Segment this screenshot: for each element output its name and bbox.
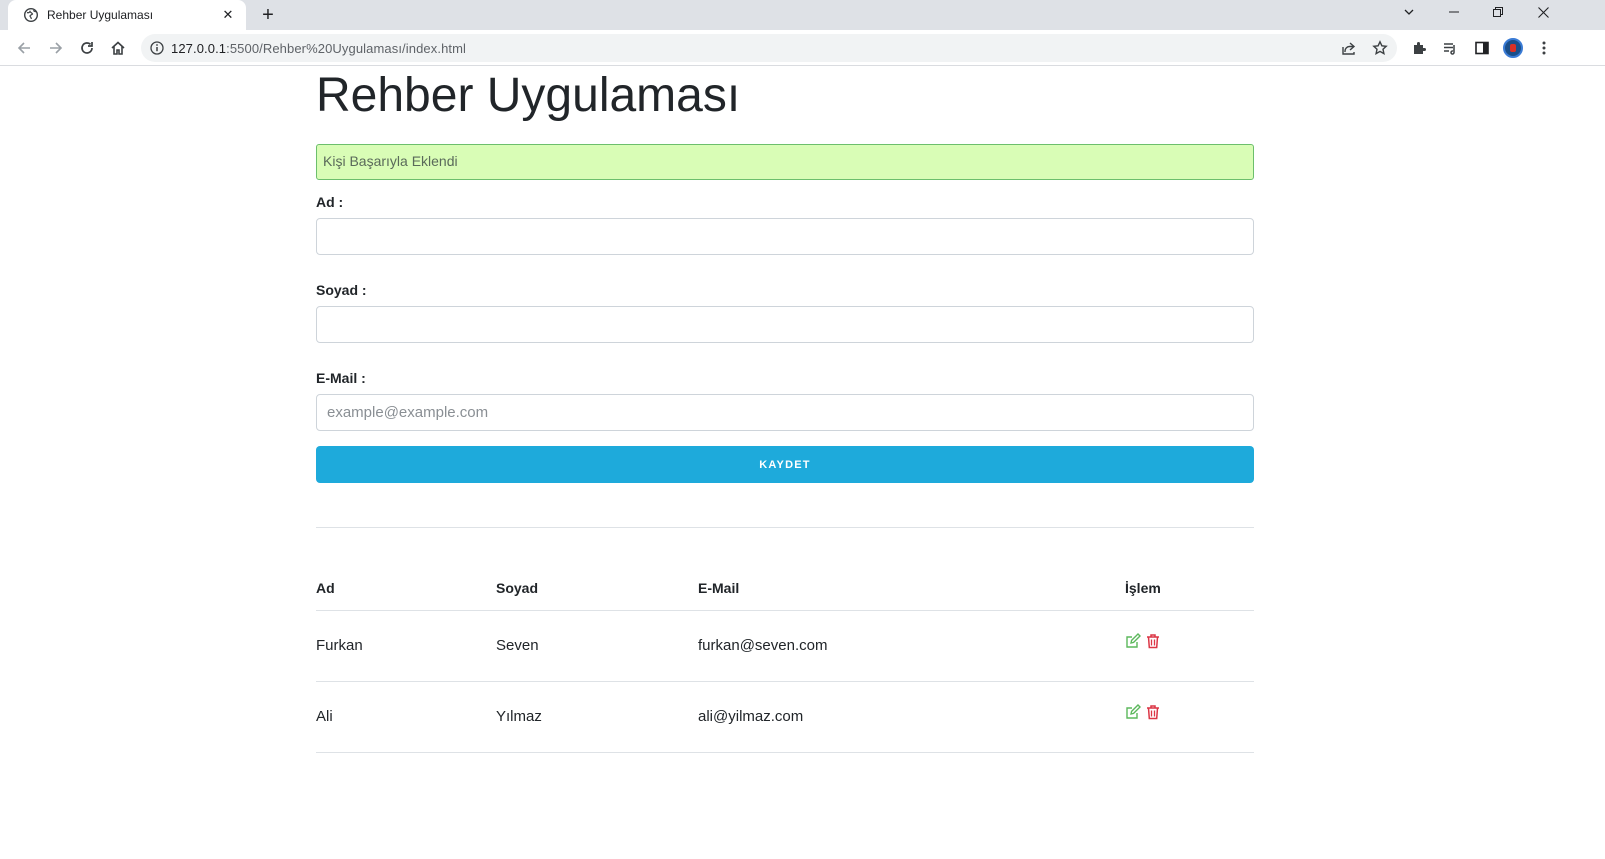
url-path: :5500/Rehber%20Uygulaması/index.html	[226, 40, 467, 56]
browser-tab-strip: Rehber Uygulaması ✕ +	[0, 0, 1605, 30]
header-ad: Ad	[316, 566, 496, 611]
url-text: 127.0.0.1:5500/Rehber%20Uygulaması/index…	[171, 41, 466, 56]
reading-list-icon[interactable]	[1436, 34, 1464, 62]
info-icon[interactable]	[143, 34, 171, 62]
forward-button[interactable]	[42, 34, 70, 62]
page-title: Rehber Uygulaması	[316, 69, 741, 122]
tab-search-icon[interactable]	[1387, 0, 1431, 24]
edit-icon[interactable]	[1125, 632, 1141, 649]
menu-kebab-icon[interactable]	[1530, 34, 1558, 62]
first-name-input[interactable]	[316, 218, 1254, 255]
table-row: Ali Yılmaz ali@yilmaz.com	[316, 681, 1254, 753]
section-divider	[316, 527, 1254, 528]
table-header-row: Ad Soyad E-Mail İşlem	[316, 566, 1254, 611]
table-row: Furkan Seven furkan@seven.com	[316, 610, 1254, 682]
minimize-button[interactable]	[1432, 0, 1476, 24]
address-bar[interactable]: 127.0.0.1:5500/Rehber%20Uygulaması/index…	[141, 34, 1397, 62]
extensions-icon[interactable]	[1405, 34, 1433, 62]
browser-toolbar: 127.0.0.1:5500/Rehber%20Uygulaması/index…	[0, 30, 1605, 66]
trash-icon[interactable]	[1145, 704, 1161, 720]
share-icon[interactable]	[1335, 34, 1363, 62]
tab-title: Rehber Uygulaması	[47, 8, 154, 22]
main-container: Rehber Uygulaması Kişi Başarıyla Eklendi…	[316, 67, 1254, 753]
close-window-button[interactable]	[1521, 0, 1565, 24]
header-email: E-Mail	[698, 566, 1125, 611]
page-viewport: Rehber Uygulaması Kişi Başarıyla Eklendi…	[0, 67, 1605, 859]
reload-button[interactable]	[73, 34, 101, 62]
cell-email: ali@yilmaz.com	[698, 681, 1125, 753]
cell-email: furkan@seven.com	[698, 610, 1125, 682]
save-button[interactable]: KAYDET	[316, 446, 1254, 483]
home-button[interactable]	[104, 34, 132, 62]
success-alert: Kişi Başarıyla Eklendi	[316, 144, 1254, 180]
cell-actions	[1125, 610, 1254, 682]
new-tab-button[interactable]: +	[256, 3, 280, 27]
cell-actions	[1125, 681, 1254, 753]
globe-icon	[24, 8, 38, 22]
cell-soyad: Seven	[496, 610, 698, 682]
bookmark-star-icon[interactable]	[1366, 34, 1394, 62]
restore-button[interactable]	[1476, 0, 1520, 24]
last-name-label: Soyad :	[316, 282, 367, 298]
side-panel-icon[interactable]	[1468, 34, 1496, 62]
trash-icon[interactable]	[1145, 633, 1161, 649]
edit-icon[interactable]	[1125, 703, 1141, 720]
cell-ad: Furkan	[316, 610, 496, 682]
browser-tab[interactable]: Rehber Uygulaması ✕	[8, 0, 246, 30]
back-button[interactable]	[10, 34, 38, 62]
header-islem: İşlem	[1125, 566, 1254, 611]
profile-avatar[interactable]	[1499, 34, 1527, 62]
email-input[interactable]	[316, 394, 1254, 431]
cell-soyad: Yılmaz	[496, 681, 698, 753]
close-tab-icon[interactable]: ✕	[220, 7, 236, 23]
first-name-label: Ad :	[316, 194, 344, 210]
cell-ad: Ali	[316, 681, 496, 753]
last-name-input[interactable]	[316, 306, 1254, 343]
contacts-table: Ad Soyad E-Mail İşlem Furkan Seven furka…	[316, 566, 1254, 753]
email-label: E-Mail :	[316, 370, 366, 386]
url-host: 127.0.0.1	[171, 40, 227, 56]
header-soyad: Soyad	[496, 566, 698, 611]
